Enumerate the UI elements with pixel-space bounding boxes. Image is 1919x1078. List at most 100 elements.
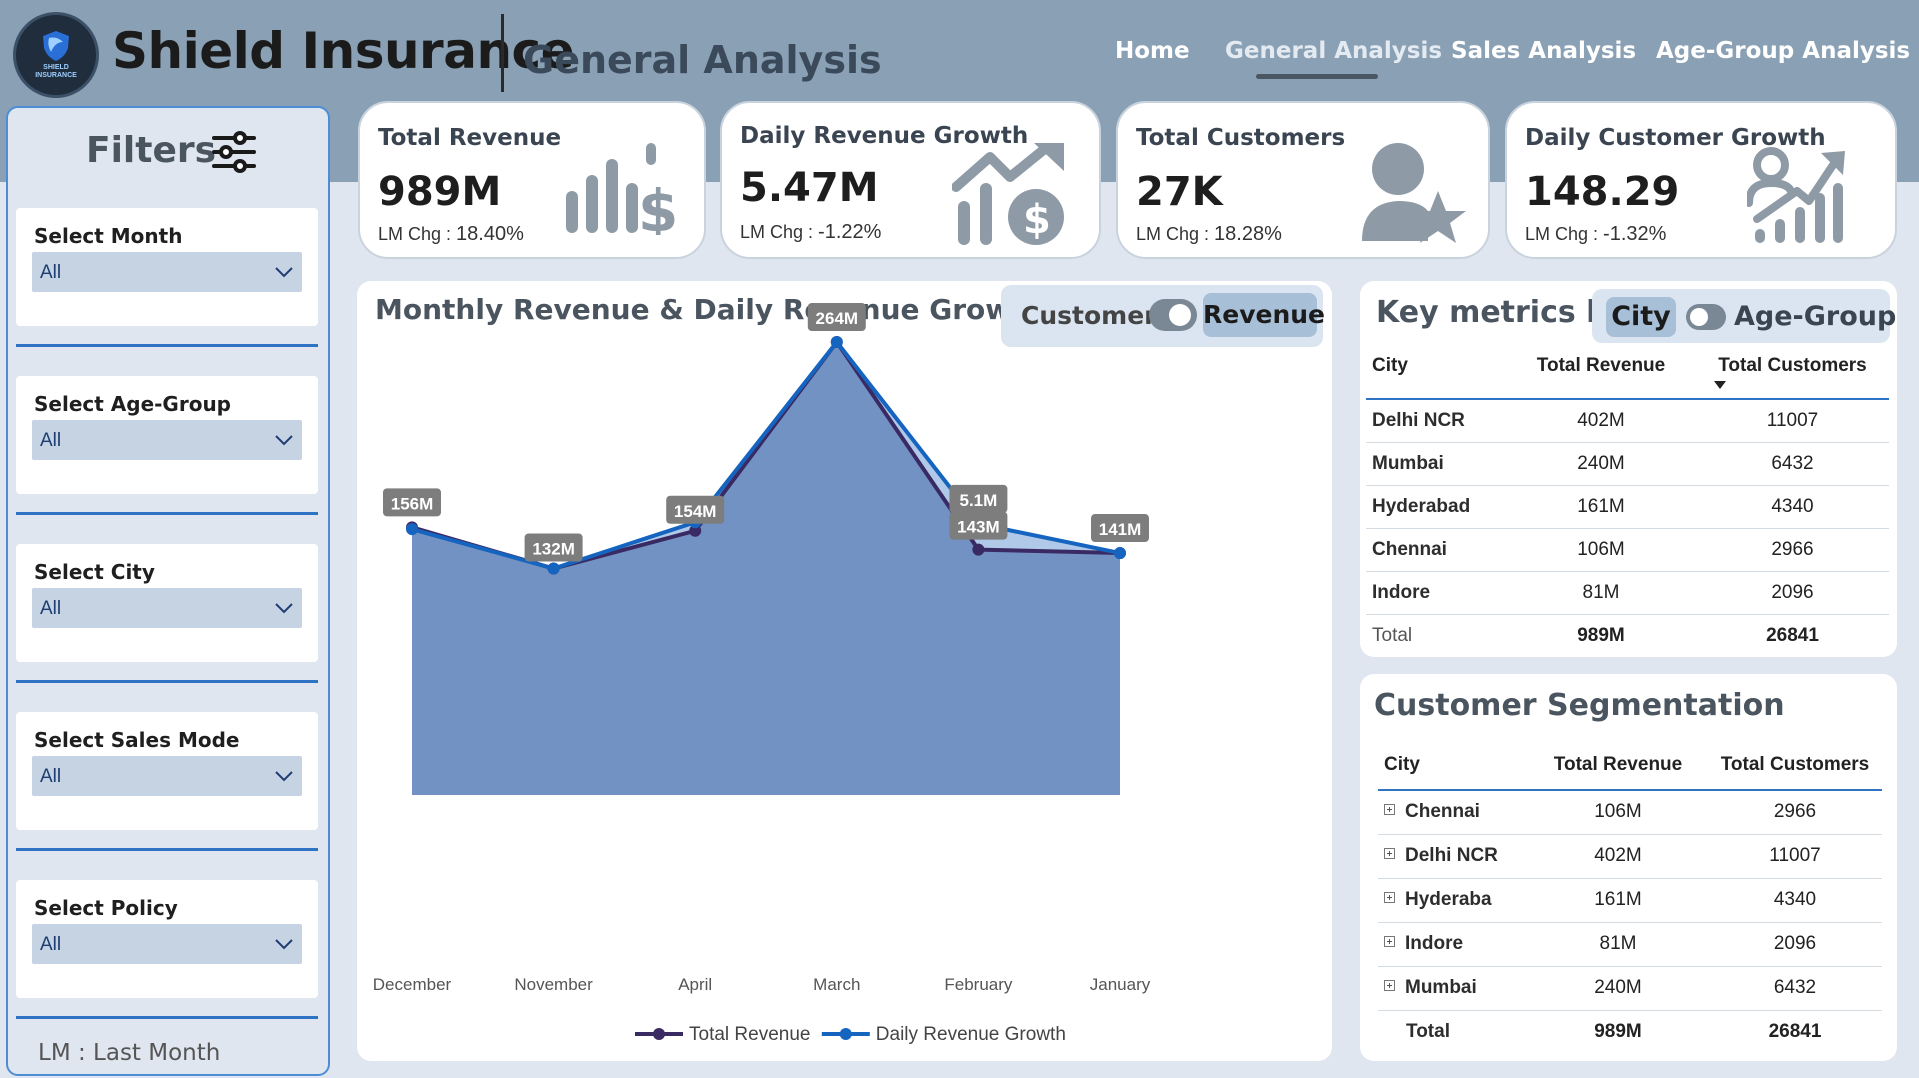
growth-point bbox=[1114, 547, 1126, 560]
lm-note: LM : Last Month bbox=[38, 1040, 221, 1066]
expand-icon[interactable] bbox=[1384, 892, 1395, 903]
matrix-total-row: Total 989M 26841 bbox=[1378, 1010, 1882, 1054]
matrix-row[interactable]: Mumbai 240M 6432 bbox=[1378, 966, 1882, 1011]
x-tick-label: February bbox=[944, 975, 1013, 994]
age-group-dropdown-value: All bbox=[40, 430, 62, 451]
cell-customers: 2096 bbox=[1696, 571, 1889, 615]
matrix-row[interactable]: Indore 81M 2096 bbox=[1378, 922, 1882, 967]
matrix-row[interactable]: Hyderaba 161M 4340 bbox=[1378, 878, 1882, 923]
cell-city: Indore bbox=[1405, 933, 1464, 954]
column-header-city[interactable]: City bbox=[1366, 347, 1506, 400]
age-group-dropdown[interactable]: All bbox=[32, 420, 302, 460]
nav-active-indicator bbox=[1256, 74, 1378, 79]
cell-total-label: Total bbox=[1406, 1021, 1450, 1043]
filter-policy-label: Select Policy bbox=[34, 896, 178, 920]
policy-dropdown[interactable]: All bbox=[32, 924, 302, 964]
column-header-total-customers[interactable]: Total Customers bbox=[1708, 740, 1882, 791]
cell-customers: 11007 bbox=[1708, 834, 1882, 879]
nav-general-analysis[interactable]: General Analysis bbox=[1225, 38, 1442, 64]
kpi-change-prefix: LM Chg : bbox=[1136, 224, 1215, 244]
expand-icon[interactable] bbox=[1384, 980, 1395, 991]
cell-city: Hyderaba bbox=[1405, 889, 1492, 910]
shield-icon bbox=[43, 31, 69, 61]
column-header-city[interactable]: City bbox=[1378, 740, 1528, 791]
legend-marker bbox=[653, 1028, 665, 1040]
filters-title: Filters bbox=[86, 130, 217, 171]
kpi-value: 27K bbox=[1136, 169, 1223, 215]
sort-desc-icon bbox=[1714, 381, 1726, 389]
table-row[interactable]: Mumbai 240M 6432 bbox=[1366, 442, 1889, 486]
company-logo[interactable]: SHIELD INSURANCE bbox=[13, 12, 99, 98]
column-header-total-revenue[interactable]: Total Revenue bbox=[1506, 347, 1696, 400]
city-agegroup-switch[interactable] bbox=[1686, 304, 1726, 330]
nav-age-group-analysis[interactable]: Age-Group Analysis bbox=[1656, 38, 1910, 64]
kpi-change: LM Chg : 18.28% bbox=[1136, 223, 1282, 246]
cell-city: Delhi NCR bbox=[1366, 399, 1506, 443]
cell-total-label: Total bbox=[1372, 624, 1413, 646]
column-header-total-customers[interactable]: Total Customers bbox=[1696, 347, 1889, 400]
cell-revenue: 106M bbox=[1528, 790, 1708, 835]
growth-point bbox=[830, 336, 843, 348]
key-metrics-table: City Total Revenue Total Customers Delhi… bbox=[1366, 347, 1889, 657]
kpi-change-value: 18.28% bbox=[1214, 223, 1282, 245]
cell-total-customers: 26841 bbox=[1766, 624, 1819, 646]
cell-total-revenue: 989M bbox=[1577, 624, 1625, 646]
kpi-change-prefix: LM Chg : bbox=[1525, 224, 1604, 244]
expand-icon[interactable] bbox=[1384, 936, 1395, 947]
cell-revenue: 402M bbox=[1528, 834, 1708, 879]
logo-text-line2: INSURANCE bbox=[35, 72, 77, 79]
table-row[interactable]: Indore 81M 2096 bbox=[1366, 571, 1889, 615]
nav-home[interactable]: Home bbox=[1115, 38, 1190, 64]
month-dropdown[interactable]: All bbox=[32, 252, 302, 292]
cell-customers: 4340 bbox=[1696, 485, 1889, 529]
toggle-city-button[interactable]: City bbox=[1606, 297, 1676, 337]
table-row[interactable]: Delhi NCR 402M 11007 bbox=[1366, 399, 1889, 443]
cell-revenue: 161M bbox=[1506, 485, 1696, 529]
column-header-total-revenue[interactable]: Total Revenue bbox=[1528, 740, 1708, 791]
cell-customers: 2096 bbox=[1708, 922, 1882, 967]
matrix-row[interactable]: Chennai 106M 2966 bbox=[1378, 790, 1882, 835]
city-dropdown[interactable]: All bbox=[32, 588, 302, 628]
customer-segmentation-card: Customer Segmentation City Total Revenue… bbox=[1360, 674, 1897, 1061]
x-tick-label: December bbox=[373, 975, 452, 994]
table-row[interactable]: Chennai 106M 2966 bbox=[1366, 528, 1889, 572]
cell-revenue: 161M bbox=[1528, 878, 1708, 923]
filter-age-group-label: Select Age-Group bbox=[34, 392, 232, 416]
sales-mode-dropdown[interactable]: All bbox=[32, 756, 302, 796]
expand-icon[interactable] bbox=[1384, 804, 1395, 816]
cell-city: Indore bbox=[1366, 571, 1506, 615]
toggle-age-group-label[interactable]: Age-Group bbox=[1734, 301, 1896, 332]
revenue-data-label: 156M bbox=[391, 494, 434, 513]
filter-separator bbox=[16, 848, 318, 851]
kpi-value: 5.47M bbox=[740, 165, 879, 211]
chevron-down-icon bbox=[275, 771, 293, 782]
chevron-down-icon bbox=[275, 435, 293, 446]
kpi-change-prefix: LM Chg : bbox=[378, 224, 457, 244]
legend-label: Daily Revenue Growth bbox=[876, 1024, 1066, 1045]
expand-icon[interactable] bbox=[1384, 848, 1395, 859]
cell-total-revenue: 989M bbox=[1594, 1021, 1642, 1043]
kpi-change-value: -1.22% bbox=[818, 221, 882, 243]
filter-separator bbox=[16, 680, 318, 683]
header-divider bbox=[501, 14, 504, 92]
logo-text-line1: SHIELD bbox=[43, 64, 69, 71]
revenue-data-label: 141M bbox=[1099, 520, 1142, 539]
matrix-row[interactable]: Delhi NCR 402M 11007 bbox=[1378, 834, 1882, 879]
nav-sales-analysis[interactable]: Sales Analysis bbox=[1451, 38, 1636, 64]
cell-customers: 6432 bbox=[1696, 442, 1889, 486]
table-total-row: Total 989M 26841 bbox=[1366, 614, 1889, 657]
kpi-change-value: 18.40% bbox=[456, 223, 524, 245]
filter-sales-mode-label: Select Sales Mode bbox=[34, 728, 240, 752]
revenue-data-label: 143M bbox=[957, 518, 1000, 537]
revenue-point bbox=[972, 543, 985, 556]
x-tick-label: March bbox=[813, 975, 860, 994]
filter-age-group: Select Age-Group All bbox=[16, 376, 318, 494]
key-metrics-card: Key metrics by City Age-Group City Total… bbox=[1360, 281, 1897, 657]
table-row[interactable]: Hyderabad 161M 4340 bbox=[1366, 485, 1889, 529]
switch-knob bbox=[1690, 308, 1708, 326]
bar-chart-dollar-icon: $ bbox=[566, 143, 676, 235]
cell-revenue: 81M bbox=[1528, 922, 1708, 967]
revenue-chart-card: Monthly Revenue & Daily Revenue Growth C… bbox=[357, 281, 1332, 1061]
revenue-data-label: 264M bbox=[816, 309, 859, 328]
cell-customers: 4340 bbox=[1708, 878, 1882, 923]
